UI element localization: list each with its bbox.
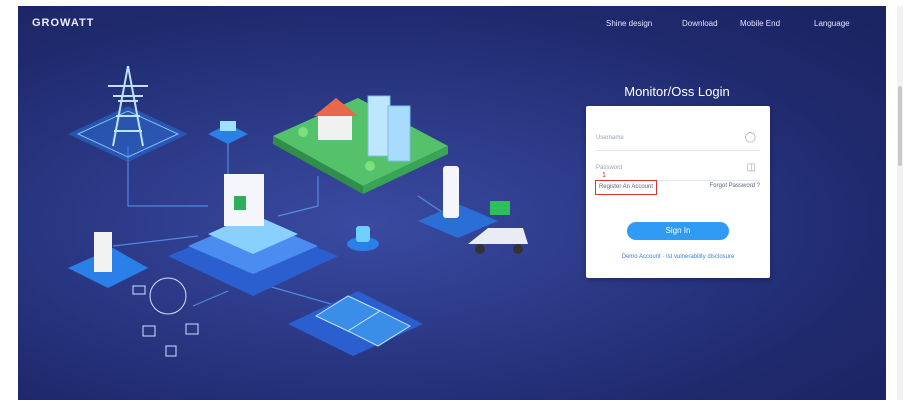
password-placeholder: Password: [596, 165, 623, 171]
sign-in-button[interactable]: Sign In: [627, 222, 729, 240]
car-icon: [468, 228, 528, 254]
nav-language[interactable]: Language: [814, 19, 850, 28]
growatt-logo: GROWATT: [32, 17, 95, 29]
scrollbar-thumb[interactable]: [898, 86, 902, 166]
login-title: Monitor/Oss Login: [624, 84, 730, 99]
meter-icon: [208, 121, 248, 144]
nav-shine-design[interactable]: Shine design: [606, 19, 652, 28]
username-placeholder: Username: [596, 135, 624, 141]
password-field[interactable]: Password ◫: [596, 158, 760, 181]
top-navigation: GROWATT Shine design Download Mobile End…: [18, 6, 886, 42]
forgot-password-link[interactable]: Forgot Password ?: [710, 183, 760, 189]
nav-download[interactable]: Download: [682, 19, 718, 28]
battery-icon: [68, 232, 148, 288]
inverter-icon: [168, 174, 338, 296]
login-card: Username ◯ Password ◫ 1 Register An Acco…: [586, 106, 770, 278]
monitoring-icons: [132, 277, 199, 357]
user-icon: ◯: [744, 132, 756, 143]
power-tower-icon: [68, 65, 188, 162]
username-field[interactable]: Username ◯: [596, 128, 760, 151]
nav-mobile-end[interactable]: Mobile End: [740, 19, 780, 28]
house-icon: [273, 95, 448, 194]
register-account-link[interactable]: Register An Account: [595, 180, 657, 195]
light-icon: [347, 226, 379, 251]
scrollbar[interactable]: [897, 6, 903, 400]
ev-charger-icon: [418, 166, 510, 238]
page-background: GROWATT Shine design Download Mobile End…: [18, 6, 886, 400]
annotation-number: 1: [602, 172, 606, 179]
solar-panel-icon: [288, 291, 423, 356]
footer-links[interactable]: Demo Account · Ist vulnerability disclos…: [592, 254, 764, 260]
lock-icon: ◫: [746, 162, 756, 173]
